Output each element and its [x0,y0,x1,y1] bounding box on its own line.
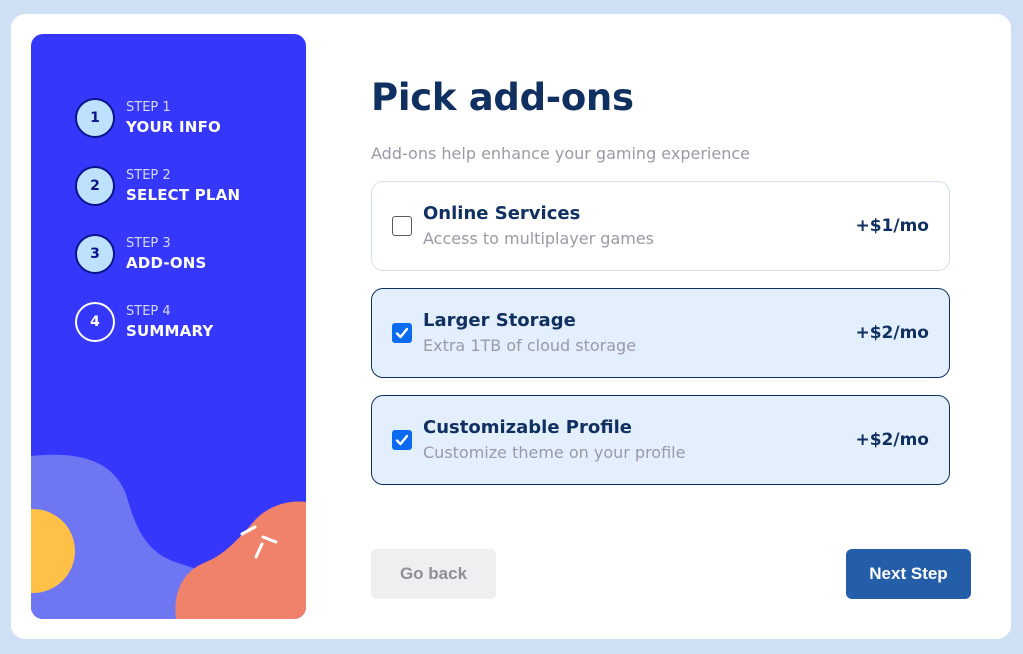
go-back-button[interactable]: Go back [371,549,496,599]
addon-description: Customize theme on your profile [423,442,686,462]
step-3[interactable]: 3 STEP 3 ADD-ONS [75,234,207,274]
addon-description: Extra 1TB of cloud storage [423,335,637,355]
step-title: ADD-ONS [126,253,207,272]
step-number-badge: 3 [75,234,115,274]
step-1[interactable]: 1 STEP 1 YOUR INFO [75,98,221,138]
step-kicker: STEP 2 [126,167,171,183]
step-title: SELECT PLAN [126,185,241,204]
addon-customizable-profile[interactable]: Customizable Profile Customize theme on … [371,395,950,485]
page-subtitle: Add-ons help enhance your gaming experie… [371,144,750,163]
addon-checkbox[interactable] [392,430,412,450]
step-sidebar: 1 STEP 1 YOUR INFO 2 STEP 2 SELECT PLAN … [31,34,306,619]
step-number-badge: 1 [75,98,115,138]
next-step-button[interactable]: Next Step [846,549,971,599]
addon-description: Access to multiplayer games [423,228,655,248]
addon-checkbox[interactable] [392,216,412,236]
checkmark-icon [395,434,409,446]
addon-checkbox[interactable] [392,323,412,343]
addon-price: +$2/mo [855,430,929,450]
step-2[interactable]: 2 STEP 2 SELECT PLAN [75,166,240,206]
addon-name: Online Services [423,202,581,224]
form-card: 1 STEP 1 YOUR INFO 2 STEP 2 SELECT PLAN … [11,14,1011,639]
addon-price: +$1/mo [855,216,929,236]
addon-name: Larger Storage [423,309,576,331]
step-kicker: STEP 1 [126,99,171,115]
addon-online-services[interactable]: Online Services Access to multiplayer ga… [371,181,950,271]
step-title: YOUR INFO [126,117,221,136]
addon-larger-storage[interactable]: Larger Storage Extra 1TB of cloud storag… [371,288,950,378]
step-4[interactable]: 4 STEP 4 SUMMARY [75,302,213,342]
addon-price: +$2/mo [855,323,929,343]
coral-blob [175,501,306,619]
step-kicker: STEP 4 [126,303,171,319]
step-number-badge: 2 [75,166,115,206]
step-title: SUMMARY [126,321,214,340]
step-number-badge: 4 [75,302,115,342]
step-kicker: STEP 3 [126,235,171,251]
main-content: Pick add-ons Add-ons help enhance your g… [371,14,971,639]
checkmark-icon [395,327,409,339]
page-title: Pick add-ons [371,76,634,119]
addon-name: Customizable Profile [423,416,632,438]
